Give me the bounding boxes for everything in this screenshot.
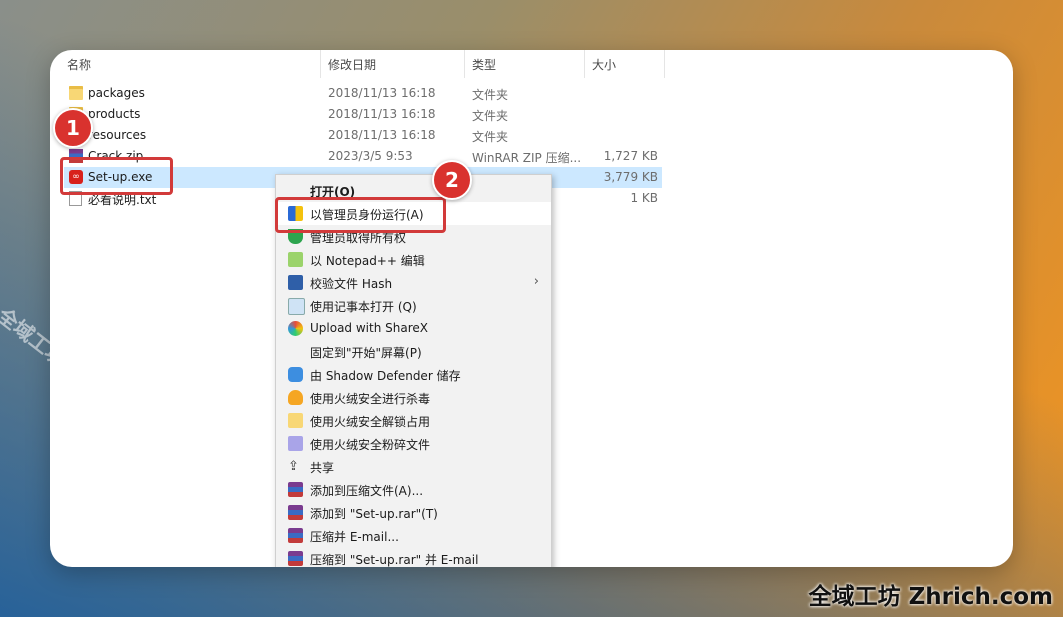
menu-label: 以 Notepad++ 编辑: [310, 254, 425, 268]
menu-item-compress-email[interactable]: 压缩并 E-mail...: [276, 524, 551, 547]
column-name[interactable]: 名称: [67, 56, 91, 73]
menu-item-huorong-unlock[interactable]: 使用火绒安全解锁占用: [276, 409, 551, 432]
menu-item-huorong-shred[interactable]: 使用火绒安全粉碎文件: [276, 432, 551, 455]
column-divider[interactable]: [464, 50, 465, 78]
column-date[interactable]: 修改日期: [328, 56, 376, 73]
file-date: 2018/11/13 16:18: [328, 107, 436, 121]
menu-item-pin-start[interactable]: 固定到"开始"屏幕(P): [276, 340, 551, 363]
column-divider[interactable]: [584, 50, 585, 78]
file-size: 1 KB: [630, 191, 658, 205]
file-type: 文件夹: [472, 109, 509, 123]
menu-label: 共享: [310, 461, 335, 475]
step-2-badge: 2: [432, 160, 472, 200]
file-date: 2018/11/13 16:18: [328, 128, 436, 142]
winrar-icon: [288, 528, 303, 543]
menu-label: 压缩到 "Set-up.rar" 并 E-mail: [310, 553, 479, 567]
column-size[interactable]: 大小: [592, 56, 616, 73]
menu-label: Upload with ShareX: [310, 321, 428, 335]
menu-label: 使用记事本打开 (Q): [310, 300, 417, 314]
corner-watermark: 全域工坊 Zhrich.com: [808, 584, 1053, 610]
file-type: WinRAR ZIP 压缩...: [472, 151, 582, 165]
sort-up-icon[interactable]: ⌃: [187, 50, 195, 55]
notepad-icon: [288, 298, 305, 315]
file-name: products: [88, 107, 141, 121]
menu-item-huorong-scan[interactable]: 使用火绒安全进行杀毒: [276, 386, 551, 409]
menu-label: 校验文件 Hash: [310, 277, 393, 291]
menu-item-add-archive[interactable]: 添加到压缩文件(A)...: [276, 478, 551, 501]
huorong-unlock-icon: [288, 413, 303, 428]
file-type: 文件夹: [472, 88, 509, 102]
sharex-icon: [288, 321, 303, 336]
file-name: packages: [88, 86, 145, 100]
file-row-packages[interactable]: packages 2018/11/13 16:18 文件夹: [64, 83, 662, 104]
file-type: 文件夹: [472, 130, 509, 144]
winrar-icon: [288, 505, 303, 520]
menu-label: 使用火绒安全进行杀毒: [310, 392, 431, 406]
menu-label: 固定到"开始"屏幕(P): [310, 346, 422, 360]
menu-label: 由 Shadow Defender 储存: [310, 369, 461, 383]
column-header: ⌃ 名称 修改日期 类型 大小: [50, 50, 1013, 78]
highlight-box-run-as-admin: [275, 197, 446, 233]
folder-icon: [69, 86, 83, 100]
notepadpp-icon: [288, 252, 303, 267]
file-date: 2018/11/13 16:18: [328, 86, 436, 100]
file-row-resources[interactable]: resources 2018/11/13 16:18 文件夹: [64, 125, 662, 146]
highlight-box-setup: [60, 157, 173, 195]
step-1-badge: 1: [53, 108, 93, 148]
column-divider[interactable]: [664, 50, 665, 78]
file-row-products[interactable]: products 2018/11/13 16:18 文件夹: [64, 104, 662, 125]
winrar-icon: [288, 482, 303, 497]
menu-item-share[interactable]: ⇪ 共享: [276, 455, 551, 478]
menu-item-compress-rar-email[interactable]: 压缩到 "Set-up.rar" 并 E-mail: [276, 547, 551, 567]
file-size: 1,727 KB: [603, 149, 658, 163]
column-divider[interactable]: [320, 50, 321, 78]
chevron-right-icon: ›: [533, 274, 539, 289]
file-explorer-window: ⌃ 名称 修改日期 类型 大小 packages 2018/11/13 16:1…: [50, 50, 1013, 567]
menu-item-notepad[interactable]: 使用记事本打开 (Q): [276, 294, 551, 317]
menu-label: 使用火绒安全粉碎文件: [310, 438, 431, 452]
file-date: 2023/3/5 9:53: [328, 149, 413, 163]
powershell-icon: [288, 275, 303, 290]
menu-label: 添加到压缩文件(A)...: [310, 484, 424, 498]
menu-label: 压缩并 E-mail...: [310, 530, 399, 544]
huorong-icon: [288, 390, 303, 405]
file-name: resources: [88, 128, 147, 142]
share-icon: ⇪: [288, 459, 299, 474]
menu-item-shadow-defender[interactable]: 由 Shadow Defender 储存: [276, 363, 551, 386]
menu-item-file-hash[interactable]: 校验文件 Hash ›: [276, 271, 551, 294]
column-type[interactable]: 类型: [472, 56, 496, 73]
menu-item-sharex[interactable]: Upload with ShareX: [276, 317, 551, 340]
menu-label: 添加到 "Set-up.rar"(T): [310, 507, 438, 521]
menu-item-notepadpp[interactable]: 以 Notepad++ 编辑: [276, 248, 551, 271]
shadow-defender-icon: [288, 367, 303, 382]
file-size: 3,779 KB: [603, 170, 658, 184]
menu-item-add-to-rar[interactable]: 添加到 "Set-up.rar"(T): [276, 501, 551, 524]
winrar-icon: [288, 551, 303, 566]
menu-label: 使用火绒安全解锁占用: [310, 415, 431, 429]
huorong-shred-icon: [288, 436, 303, 451]
